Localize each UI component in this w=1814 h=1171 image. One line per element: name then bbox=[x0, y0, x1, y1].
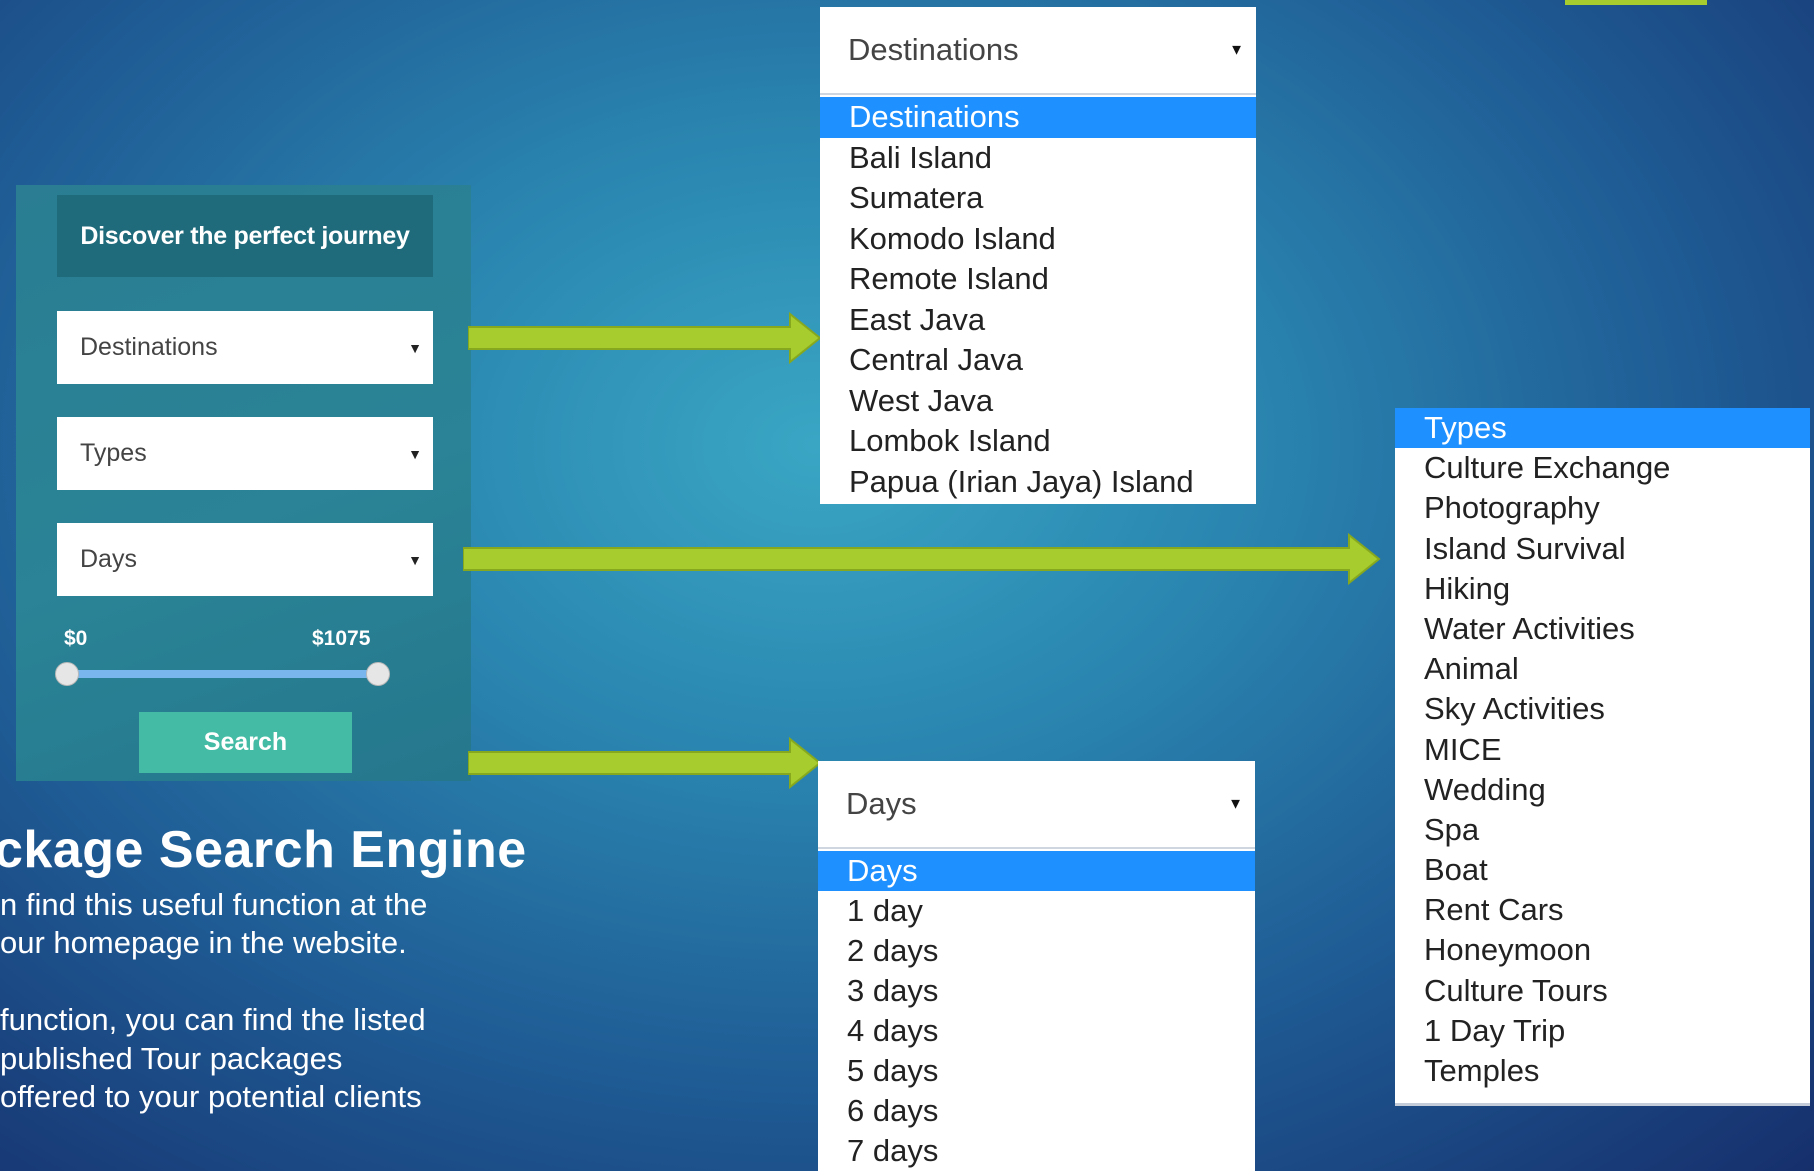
dest-option[interactable]: Central Java bbox=[820, 340, 1256, 381]
days-dropdown-label: Days bbox=[846, 786, 917, 821]
description-line-2: our homepage in the website. bbox=[0, 925, 407, 960]
days-option[interactable]: 5 days bbox=[818, 1051, 1255, 1091]
destinations-options-list: Destinations Bali Island Sumatera Komodo Is… bbox=[820, 95, 1256, 504]
types-option[interactable]: 1 Day Trip bbox=[1395, 1011, 1810, 1051]
types-option[interactable]: Rent Cars bbox=[1395, 890, 1810, 930]
dest-option[interactable]: East Java bbox=[820, 300, 1256, 341]
arrow-to-types-icon bbox=[463, 533, 1381, 585]
description-line-1: n find this useful function at the bbox=[0, 887, 428, 922]
price-slider-min-handle[interactable] bbox=[55, 662, 79, 686]
description-line-4: published Tour packages bbox=[0, 1041, 343, 1076]
arrow-to-days-icon bbox=[468, 737, 822, 789]
price-slider-max-handle[interactable] bbox=[366, 662, 390, 686]
days-option[interactable]: 2 days bbox=[818, 931, 1255, 971]
dest-option[interactable]: West Java bbox=[820, 381, 1256, 422]
description-line-5: offered to your potential clients bbox=[0, 1079, 422, 1114]
dest-option[interactable]: Papua (Irian Jaya) Island bbox=[820, 462, 1256, 503]
types-option[interactable]: Types bbox=[1395, 408, 1810, 449]
days-option[interactable]: 1 day bbox=[818, 891, 1255, 931]
types-option[interactable]: Wedding bbox=[1395, 770, 1810, 810]
types-option[interactable]: Boat bbox=[1395, 850, 1810, 890]
price-max-label: $1075 bbox=[312, 627, 371, 650]
days-option[interactable]: 3 days bbox=[818, 971, 1255, 1011]
destinations-select[interactable]: Destinations ▼ bbox=[57, 311, 433, 384]
days-options-list: Days 1 day 2 days 3 days 4 days 5 days 6 days 7… bbox=[818, 849, 1255, 1171]
types-option[interactable]: Water Activities bbox=[1395, 609, 1810, 649]
caret-down-icon: ▼ bbox=[1228, 795, 1243, 813]
dest-option[interactable]: Remote Island bbox=[820, 259, 1256, 300]
types-option[interactable]: Hiking bbox=[1395, 569, 1810, 609]
days-select-label: Days bbox=[80, 545, 137, 573]
dest-option[interactable]: Lombok Island bbox=[820, 421, 1256, 462]
days-option[interactable]: 7 days bbox=[818, 1131, 1255, 1171]
types-option[interactable]: MICE bbox=[1395, 730, 1810, 770]
types-option[interactable]: Honeymoon bbox=[1395, 930, 1810, 970]
types-option[interactable]: Animal bbox=[1395, 649, 1810, 689]
decorative-green-bar bbox=[1565, 0, 1707, 5]
caret-down-icon: ▼ bbox=[408, 445, 422, 462]
dest-option[interactable]: Sumatera bbox=[820, 178, 1256, 219]
price-min-label: $0 bbox=[64, 627, 88, 650]
search-button[interactable]: Search bbox=[139, 712, 352, 773]
destinations-dropdown-label: Destinations bbox=[848, 32, 1019, 67]
types-option[interactable]: Spa bbox=[1395, 810, 1810, 850]
types-option[interactable]: Island Survival bbox=[1395, 529, 1810, 569]
description-line-3: function, you can find the listed bbox=[0, 1002, 426, 1037]
days-option[interactable]: 6 days bbox=[818, 1091, 1255, 1131]
widget-header: Discover the perfect journey bbox=[57, 195, 433, 277]
arrow-to-destinations-icon bbox=[468, 312, 822, 364]
types-option[interactable]: Culture Tours bbox=[1395, 971, 1810, 1011]
types-options-list: Types Culture Exchange Photography Island S… bbox=[1395, 408, 1810, 1106]
types-select[interactable]: Types ▼ bbox=[57, 417, 433, 490]
destinations-dropdown-header[interactable]: Destinations ▼ bbox=[820, 7, 1256, 95]
days-select[interactable]: Days ▼ bbox=[57, 523, 433, 596]
days-dropdown-header[interactable]: Days ▼ bbox=[818, 761, 1255, 849]
dest-option[interactable]: Komodo Island bbox=[820, 219, 1256, 260]
days-option[interactable]: 4 days bbox=[818, 1011, 1255, 1051]
caret-down-icon: ▼ bbox=[408, 551, 422, 568]
types-select-label: Types bbox=[80, 439, 147, 467]
destinations-select-label: Destinations bbox=[80, 333, 218, 361]
price-slider-track[interactable] bbox=[66, 670, 378, 678]
caret-down-icon: ▼ bbox=[1229, 41, 1244, 59]
caret-down-icon: ▼ bbox=[408, 339, 422, 356]
dest-option[interactable]: Bali Island bbox=[820, 138, 1256, 179]
types-option[interactable]: Temples bbox=[1395, 1051, 1810, 1091]
types-option[interactable]: Photography bbox=[1395, 488, 1810, 528]
types-option[interactable]: Sky Activities bbox=[1395, 689, 1810, 729]
days-option[interactable]: Days bbox=[818, 851, 1255, 891]
section-title: ckage Search Engine bbox=[0, 821, 527, 879]
dest-option[interactable]: Destinations bbox=[820, 97, 1256, 138]
types-option[interactable]: Culture Exchange bbox=[1395, 448, 1810, 488]
